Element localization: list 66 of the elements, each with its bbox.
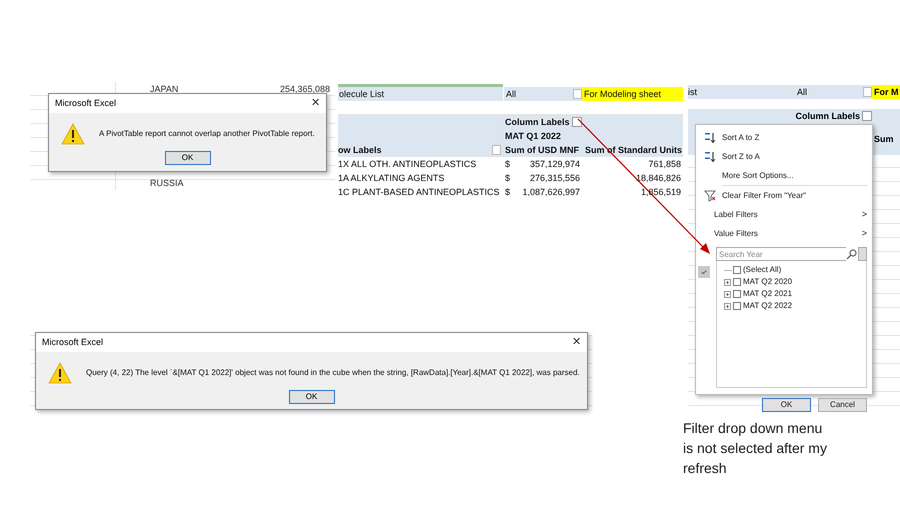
column-labels: Column Labels [795,110,860,123]
column-labels: Column Labels [505,116,570,129]
tree-item[interactable]: MAT Q2 2022 [743,300,792,312]
table-cell-text: 761,858 [647,158,682,171]
checkbox[interactable] [733,278,741,286]
checkbox[interactable] [733,302,741,310]
column-header: Sum of USD MNF [504,144,580,157]
ok-button[interactable]: OK [288,390,334,404]
tree-item[interactable]: MAT Q2 2021 [743,288,792,300]
window-title: Microsoft Excel [42,336,104,349]
cancel-button[interactable]: Cancel [818,398,867,412]
cell-number: 254,365,088 [280,83,330,95]
row-label: 1A ALKYLATING AGENTS [338,172,446,185]
dialog-message: Query (4, 22) The level `&[MAT Q1 2022]' object was not found in the cube when the string, [RawData].[Year].&[MAT Q1 2022], was parsed. [86,367,580,379]
menu-item[interactable]: Sort A to Z [696,128,872,147]
expand-icon [724,302,731,310]
cell-label: JAPAN [150,83,178,95]
column-header: Sum [874,133,895,146]
expand-icon [724,278,731,286]
checkbox[interactable] [733,290,741,298]
annotation-text: Filter drop down menu is not selected after my refresh [683,419,828,478]
search-icon [846,248,857,260]
search-field[interactable]: Search Year [716,247,846,261]
filter-button[interactable] [862,111,872,121]
table-cell-text: 357,129,974 [530,158,580,171]
dropdown-toggle[interactable] [858,247,867,261]
window-title: Microsoft Excel [55,96,116,110]
highlighted-cell: For M [872,85,900,99]
warning-icon [48,362,72,384]
row-label: 1C PLANT-BASED ANTINEOPLASTICS [338,186,501,199]
table-cell-text: 276,315,556 [530,172,580,185]
checkbox[interactable] [733,266,741,274]
tree-item[interactable]: (Select All) [743,264,782,276]
sort-ascending-icon [704,132,716,144]
close-button[interactable]: ✕ [311,98,320,109]
cell-label: RUSSIA [150,177,184,189]
menu-item[interactable]: Sort Z to A [696,147,872,166]
tree-item[interactable]: MAT Q2 2020 [743,276,792,288]
ok-button[interactable]: OK [762,398,811,412]
warning-icon [61,123,85,145]
menu-item[interactable]: Clear Filter From "Year" [696,186,872,205]
table-cell-text: 1,087,626,997 [522,186,580,199]
highlighted-cell: For Modeling sheet [582,87,683,101]
currency-symbol: $ [505,172,510,185]
currency-symbol: $ [505,186,510,199]
column-header: ow Labels [338,144,382,157]
close-button[interactable]: ✕ [572,337,581,348]
expand-icon [724,290,731,298]
dialog-message: A PivotTable report cannot overlap another PivotTable report. [99,128,315,140]
menu-item[interactable]: More Sort Options... [696,166,872,185]
currency-symbol: $ [505,158,510,171]
filter-button[interactable] [572,117,582,127]
filter-dropdown[interactable]: All [795,85,872,99]
menu-item[interactable]: Label Filters > [696,205,872,224]
menu-item[interactable]: Value Filters > [696,224,872,243]
funnel-cross-icon [704,190,716,202]
row-label: 1X ALL OTH. ANTINEOPLASTICS [338,158,478,171]
filter-label: ist [688,85,795,99]
ok-button[interactable]: OK [164,151,210,165]
checkmark-toggle[interactable] [698,266,710,278]
check-icon [700,268,708,276]
table-cell-text: 18,846,826 [634,172,682,185]
filter-label: olecule List [338,87,503,101]
filter-dropdown[interactable]: All [503,87,582,101]
column-value: MAT Q1 2022 [505,130,561,143]
sort-descending-icon [704,150,716,162]
